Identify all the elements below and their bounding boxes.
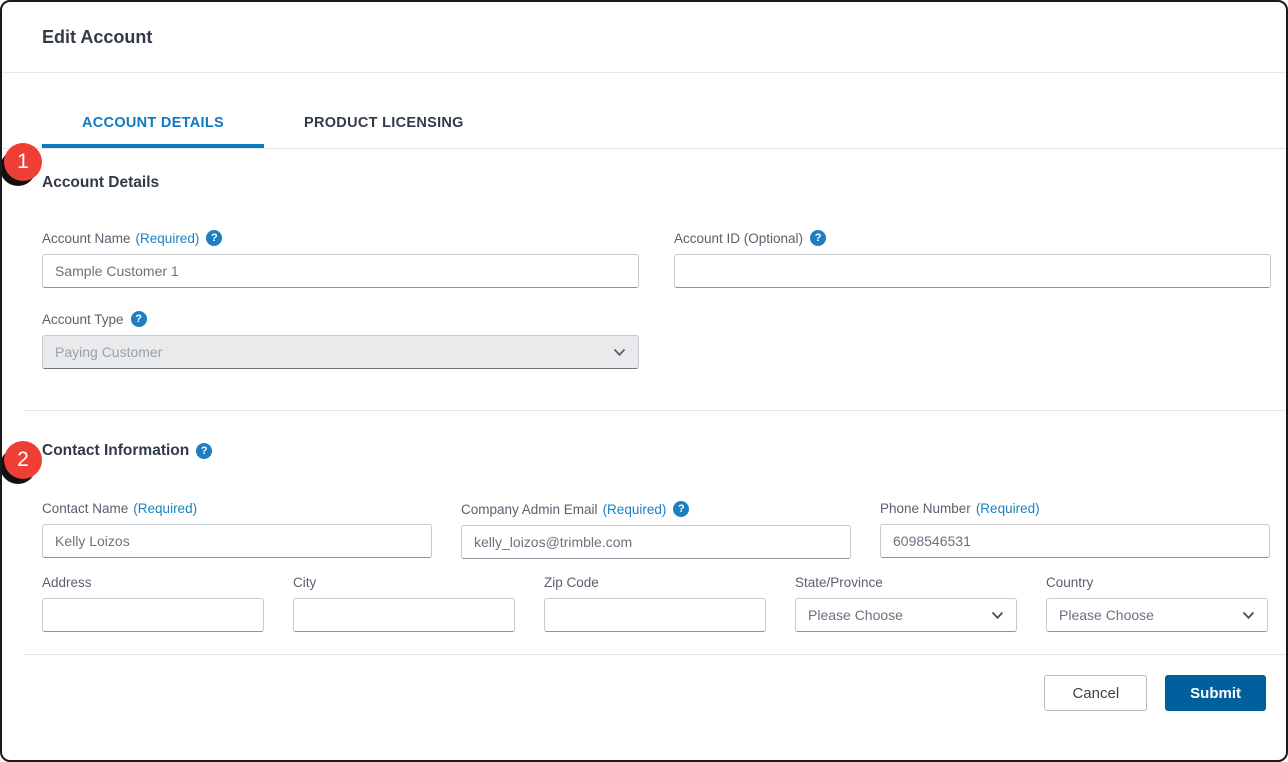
- field-city: City: [293, 575, 515, 632]
- account-id-label: Account ID (Optional) ?: [674, 230, 1271, 246]
- field-state-province: State/Province Please Choose: [795, 575, 1017, 632]
- help-icon[interactable]: ?: [196, 443, 212, 459]
- chevron-down-icon: [991, 611, 1004, 620]
- field-address: Address: [42, 575, 264, 632]
- contact-name-input[interactable]: [42, 524, 432, 558]
- field-zip-code: Zip Code: [544, 575, 766, 632]
- help-icon[interactable]: ?: [810, 230, 826, 246]
- state-province-select[interactable]: Please Choose: [795, 598, 1017, 632]
- state-province-label: State/Province: [795, 575, 1017, 590]
- form-content: Account Details Account Name (Required) …: [2, 174, 1286, 655]
- page-title: Edit Account: [42, 27, 1246, 48]
- address-label: Address: [42, 575, 264, 590]
- edit-account-dialog: 1 2 Edit Account ACCOUNT DETAILS PRODUCT…: [0, 0, 1288, 762]
- city-input[interactable]: [293, 598, 515, 632]
- help-icon[interactable]: ?: [673, 501, 689, 517]
- step-1-badge: 1: [4, 143, 42, 181]
- address-row: Address City Zip Code State/Province: [42, 575, 1267, 632]
- step-2-badge: 2: [4, 441, 42, 479]
- zip-code-input[interactable]: [544, 598, 766, 632]
- phone-number-input[interactable]: [880, 524, 1270, 558]
- country-select[interactable]: Please Choose: [1046, 598, 1268, 632]
- account-name-input[interactable]: [42, 254, 639, 288]
- account-details-heading: Account Details: [42, 174, 1267, 192]
- zip-code-label: Zip Code: [544, 575, 766, 590]
- contact-information-heading: Contact Information ?: [42, 442, 1267, 460]
- account-row: Account Name (Required) ? Account ID (Op…: [42, 230, 1267, 288]
- address-input[interactable]: [42, 598, 264, 632]
- cancel-button[interactable]: Cancel: [1044, 675, 1147, 711]
- company-admin-email-label: Company Admin Email (Required) ?: [461, 501, 851, 517]
- account-name-label: Account Name (Required) ?: [42, 230, 639, 246]
- help-icon[interactable]: ?: [131, 311, 147, 327]
- company-admin-email-input[interactable]: [461, 525, 851, 559]
- account-type-label: Account Type ?: [42, 311, 639, 327]
- field-account-type: Account Type ? Paying Customer: [42, 311, 639, 369]
- field-country: Country Please Choose: [1046, 575, 1268, 632]
- chevron-down-icon: [613, 348, 626, 357]
- submit-button[interactable]: Submit: [1165, 675, 1266, 711]
- field-contact-name: Contact Name (Required): [42, 501, 432, 559]
- account-details-heading-text: Account Details: [42, 174, 159, 192]
- city-label: City: [293, 575, 515, 590]
- contact-information-heading-text: Contact Information: [42, 442, 189, 460]
- field-phone-number: Phone Number (Required): [880, 501, 1270, 559]
- chevron-down-icon: [1242, 611, 1255, 620]
- footer: Cancel Submit: [2, 655, 1286, 711]
- contact-row: Contact Name (Required) Company Admin Em…: [42, 501, 1267, 559]
- field-company-admin-email: Company Admin Email (Required) ?: [461, 501, 851, 559]
- field-account-name: Account Name (Required) ?: [42, 230, 639, 288]
- contact-name-label: Contact Name (Required): [42, 501, 432, 516]
- tab-bar: ACCOUNT DETAILS PRODUCT LICENSING: [2, 73, 1286, 149]
- phone-number-label: Phone Number (Required): [880, 501, 1270, 516]
- tab-account-details[interactable]: ACCOUNT DETAILS: [42, 115, 264, 148]
- field-account-id: Account ID (Optional) ?: [674, 230, 1271, 288]
- section-divider: [24, 410, 1286, 411]
- help-icon[interactable]: ?: [206, 230, 222, 246]
- account-type-select: Paying Customer: [42, 335, 639, 369]
- country-label: Country: [1046, 575, 1268, 590]
- tab-product-licensing[interactable]: PRODUCT LICENSING: [264, 115, 504, 148]
- account-id-input[interactable]: [674, 254, 1271, 288]
- dialog-header: Edit Account: [2, 2, 1286, 48]
